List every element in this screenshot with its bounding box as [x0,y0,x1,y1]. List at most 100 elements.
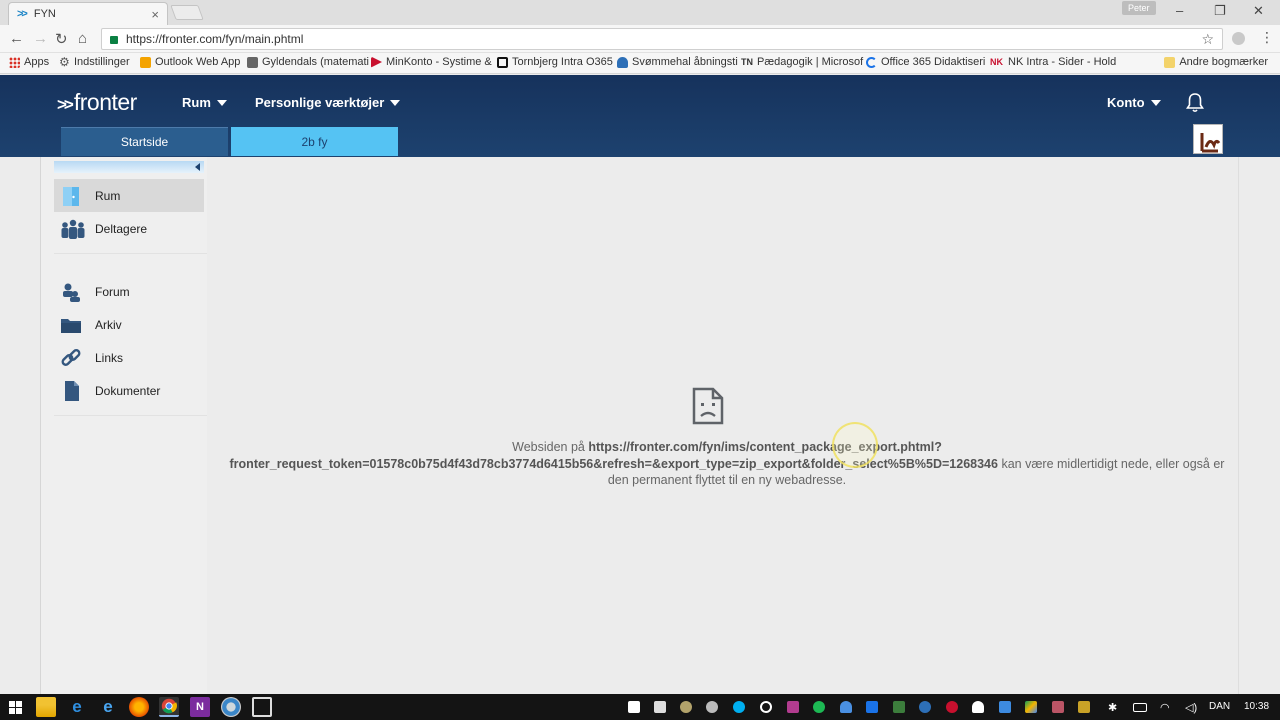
bookmark-office365[interactable]: Office 365 Didaktiseri [866,56,985,68]
error-url-line2: fronter_request_token=01578c0b75d4f43d78… [229,456,998,471]
volume-icon[interactable]: ◁) [1185,701,1197,714]
mouse-cursor-highlight [832,422,878,468]
menu-account[interactable]: Konto [1107,95,1161,110]
chrome-alt-icon[interactable] [221,697,241,717]
gyldendal-icon [247,56,258,68]
battery-icon[interactable] [1133,703,1147,712]
sidebar-item-dokumenter[interactable]: Dokumenter [54,374,204,407]
sidebar-item-deltagere[interactable]: Deltagere [54,212,204,245]
wifi-icon[interactable]: ◠ [1160,701,1170,714]
file-explorer-icon[interactable] [36,697,56,717]
sidebar-item-label: Rum [95,188,121,203]
other-bookmarks[interactable]: Andre bogmærker [1164,56,1268,68]
tray-app-icon[interactable] [706,701,718,713]
collapse-left-icon[interactable] [195,163,200,171]
logo-text: fronter [73,89,137,115]
back-icon[interactable]: ← [9,30,24,47]
tray-app-icon[interactable] [1078,701,1090,713]
tray-app-icon[interactable] [654,701,666,713]
forum-icon [63,283,80,302]
firefox-icon[interactable] [129,697,149,717]
menu-personal-tools[interactable]: Personlige værktøjer [255,95,401,110]
forward-icon[interactable]: → [33,30,48,47]
tab-2b-fy[interactable]: 2b fy [231,127,398,156]
browser-tab[interactable]: >> FYN × [8,2,168,25]
tab-startside[interactable]: Startside [61,127,228,156]
room-icon [63,186,79,206]
sidebar-item-label: Forum [95,284,130,299]
gear-icon: ⚙ [59,54,70,69]
sidebar-item-arkiv[interactable]: Arkiv [54,308,204,341]
notification-bell-icon[interactable] [1186,93,1204,118]
extension-icon[interactable] [1232,32,1245,45]
sidebar-item-links[interactable]: Links [54,341,204,374]
bookmark-apps[interactable]: Apps [9,56,49,68]
bluetooth-icon[interactable]: ✱ [1108,701,1117,714]
windows-taskbar: e e N ✱ ◠ ◁) DAN 10:38 [0,694,1280,720]
bookmark-gyldendals[interactable]: Gyldendals (matemati [247,56,369,68]
tray-app-icon[interactable] [946,701,958,713]
onenote-tray-icon[interactable] [787,701,799,713]
cloud-icon[interactable] [972,701,984,713]
reload-icon[interactable]: ↻ [55,30,68,48]
chrome-menu-icon[interactable]: ⋮ [1260,29,1274,46]
edge-icon[interactable]: e [67,697,87,717]
screen-app-icon[interactable] [252,697,272,717]
bookmark-star-icon[interactable]: ☆ [1201,31,1214,48]
chevron-down-icon [1150,99,1161,106]
participants-icon [61,219,85,239]
bookmark-indstillinger[interactable]: ⚙ Indstillinger [59,54,130,69]
dropbox-icon[interactable] [628,701,640,713]
bookmark-outlook[interactable]: Outlook Web App [140,56,240,68]
error-url-line1: https://fronter.com/fyn/ims/content_pack… [588,440,942,454]
close-window-icon[interactable]: ✕ [1253,3,1264,19]
tray-app-icon[interactable] [1052,701,1064,713]
bookmark-paedagogik[interactable]: TN Pædagogik | Microsof [741,56,863,68]
menu-rum[interactable]: Rum [182,95,227,110]
tab-close-icon[interactable]: × [151,7,159,22]
minimize-icon[interactable]: – [1176,3,1183,18]
profile-button[interactable]: Peter [1122,1,1156,15]
avatar[interactable] [1193,124,1223,154]
internet-explorer-icon[interactable]: e [98,697,118,717]
bookmark-minkonto[interactable]: MinKonto - Systime & [371,56,492,68]
url-text: https://fronter.com/fyn/main.phtml [126,32,304,46]
home-icon[interactable]: ⌂ [78,30,87,47]
sidebar-item-rum[interactable]: Rum [54,179,204,212]
nk-icon: NK [990,56,1003,67]
link-icon [61,348,81,366]
onenote-icon[interactable]: N [190,697,210,717]
sidebar-divider [54,253,208,254]
clock[interactable]: 10:38 [1244,701,1269,712]
google-drive-icon[interactable] [1025,701,1037,713]
maximize-icon[interactable]: ❐ [1214,3,1226,19]
bookmark-svommehal[interactable]: Svømmehal åbningsti [617,56,738,68]
fronter-logo[interactable]: >> fronter [57,89,137,116]
tray-app-icon[interactable] [760,701,772,713]
bookmark-tornbjerg[interactable]: Tornbjerg Intra O365 [497,56,613,68]
document-icon [65,380,79,401]
outlook-icon [140,56,151,68]
skype-icon[interactable] [733,701,745,713]
folder-icon [1164,56,1176,68]
onedrive-icon[interactable] [840,701,852,713]
tray-app-icon[interactable] [919,701,931,713]
sidebar-item-label: Dokumenter [95,383,161,398]
sidebar-item-label: Links [95,350,124,365]
sidebar-item-forum[interactable]: Forum [54,275,204,308]
spotify-icon[interactable] [813,701,825,713]
tray-app-icon[interactable] [893,701,905,713]
bookmark-nk-intra[interactable]: NK NK Intra - Sider - Hold [990,56,1116,68]
tray-app-icon[interactable] [999,701,1011,713]
tray-app-icon[interactable] [866,701,878,713]
tray-app-icon[interactable] [680,701,692,713]
new-tab-button[interactable] [170,5,204,20]
windows-start-icon[interactable] [9,701,22,714]
chevron-down-icon [216,99,227,106]
address-bar[interactable]: https://fronter.com/fyn/main.phtml ☆ [101,28,1223,50]
chevron-down-icon [390,99,401,106]
sidebar-collapse-bar[interactable] [54,161,204,173]
chrome-icon[interactable] [159,697,179,717]
archive-folder-icon [61,318,81,333]
language-indicator[interactable]: DAN [1209,701,1230,712]
